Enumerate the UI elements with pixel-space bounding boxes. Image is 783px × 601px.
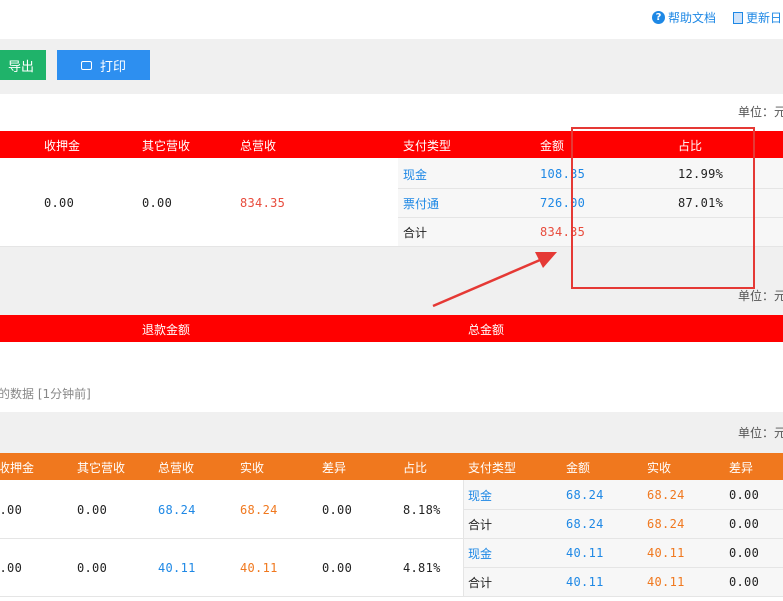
annotation-arrow <box>432 252 557 308</box>
unit-label: 单位：元 <box>738 105 783 119</box>
row-diff: 0.00 <box>322 561 353 575</box>
divider <box>0 596 783 597</box>
export-label: 导出 <box>7 59 34 75</box>
summary-deposit: 0.00 <box>44 196 75 210</box>
row-other: 0.00 <box>77 503 108 517</box>
summary-total: 834.35 <box>240 196 286 210</box>
row-deposit: 0.00 <box>0 561 23 575</box>
pay-amount: 68.24 <box>566 517 604 531</box>
help-docs-label: 帮助文档 <box>668 11 717 25</box>
divider <box>463 567 783 568</box>
pay-type-link[interactable]: 现金 <box>468 487 492 504</box>
update-log-link[interactable]: 更新日 <box>733 9 782 26</box>
section-band <box>0 412 783 453</box>
divider <box>463 509 783 510</box>
divider <box>0 538 783 539</box>
col-header-total-revenue: 总营收 <box>240 139 277 153</box>
pay-diff: 0.00 <box>729 575 760 589</box>
pay-received: 40.11 <box>647 546 685 560</box>
pay-amount: 68.24 <box>566 488 604 502</box>
row-deposit: 0.00 <box>0 503 23 517</box>
row-total: 68.24 <box>158 503 196 517</box>
col-header-other-revenue: 其它营收 <box>77 461 126 475</box>
row-ratio: 4.81% <box>403 561 441 575</box>
pay-type-link[interactable]: 现金 <box>468 545 492 562</box>
pay-amount: 40.11 <box>566 575 604 589</box>
col-header-grand-total: 总金额 <box>468 323 505 337</box>
pay-type-link[interactable]: 票付通 <box>403 195 439 212</box>
refund-table-header: 退款金额 总金额 <box>0 315 783 342</box>
row-received: 40.11 <box>240 561 278 575</box>
pay-received: 68.24 <box>647 488 685 502</box>
row-diff: 0.00 <box>322 503 353 517</box>
col-header-received: 实收 <box>240 461 265 475</box>
pay-received: 40.11 <box>647 575 685 589</box>
summary-other: 0.00 <box>142 196 173 210</box>
col-header-pay-type: 支付类型 <box>468 461 517 475</box>
col-header-amount: 金额 <box>566 461 591 475</box>
printer-icon <box>80 60 92 70</box>
col-header-received: 实收 <box>647 461 672 475</box>
update-log-label: 更新日 <box>746 11 783 25</box>
pay-amount: 40.11 <box>566 546 604 560</box>
pay-total-label: 合计 <box>468 518 493 532</box>
pay-total-label: 合计 <box>468 576 493 590</box>
annotation-highlight-box <box>571 127 755 289</box>
col-header-deposit: 收押金 <box>44 139 81 153</box>
col-header-refund-amount: 退款金额 <box>142 323 191 337</box>
document-icon <box>733 11 743 24</box>
data-timestamp-caption: 的数据 [1分钟前] <box>0 387 91 401</box>
col-header-diff: 差异 <box>729 461 754 475</box>
pay-total-label: 合计 <box>403 226 428 240</box>
help-icon: ? <box>652 11 665 24</box>
col-header-amount: 金额 <box>540 139 565 153</box>
unit-label: 单位：元 <box>738 426 783 440</box>
row-ratio: 8.18% <box>403 503 441 517</box>
detail-table-header: 收押金 其它营收 总营收 实收 差异 占比 支付类型 金额 实收 差异 <box>0 453 783 480</box>
row-received: 68.24 <box>240 503 278 517</box>
col-header-ratio: 占比 <box>403 461 428 475</box>
col-header-diff: 差异 <box>322 461 347 475</box>
unit-label: 单位：元 <box>738 289 783 303</box>
pay-diff: 0.00 <box>729 546 760 560</box>
print-label: 打印 <box>99 59 126 75</box>
pay-type-link[interactable]: 现金 <box>403 166 427 183</box>
export-button[interactable]: 导出 <box>0 50 46 80</box>
row-total: 40.11 <box>158 561 196 575</box>
col-header-pay-type: 支付类型 <box>403 139 452 153</box>
pay-diff: 0.00 <box>729 488 760 502</box>
help-docs-link[interactable]: ? 帮助文档 <box>652 9 716 26</box>
col-header-deposit: 收押金 <box>0 461 35 475</box>
print-button[interactable]: 打印 <box>57 50 150 80</box>
col-header-total-revenue: 总营收 <box>158 461 195 475</box>
pay-diff: 0.00 <box>729 517 760 531</box>
pay-received: 68.24 <box>647 517 685 531</box>
row-other: 0.00 <box>77 561 108 575</box>
col-header-other-revenue: 其它营收 <box>142 139 191 153</box>
